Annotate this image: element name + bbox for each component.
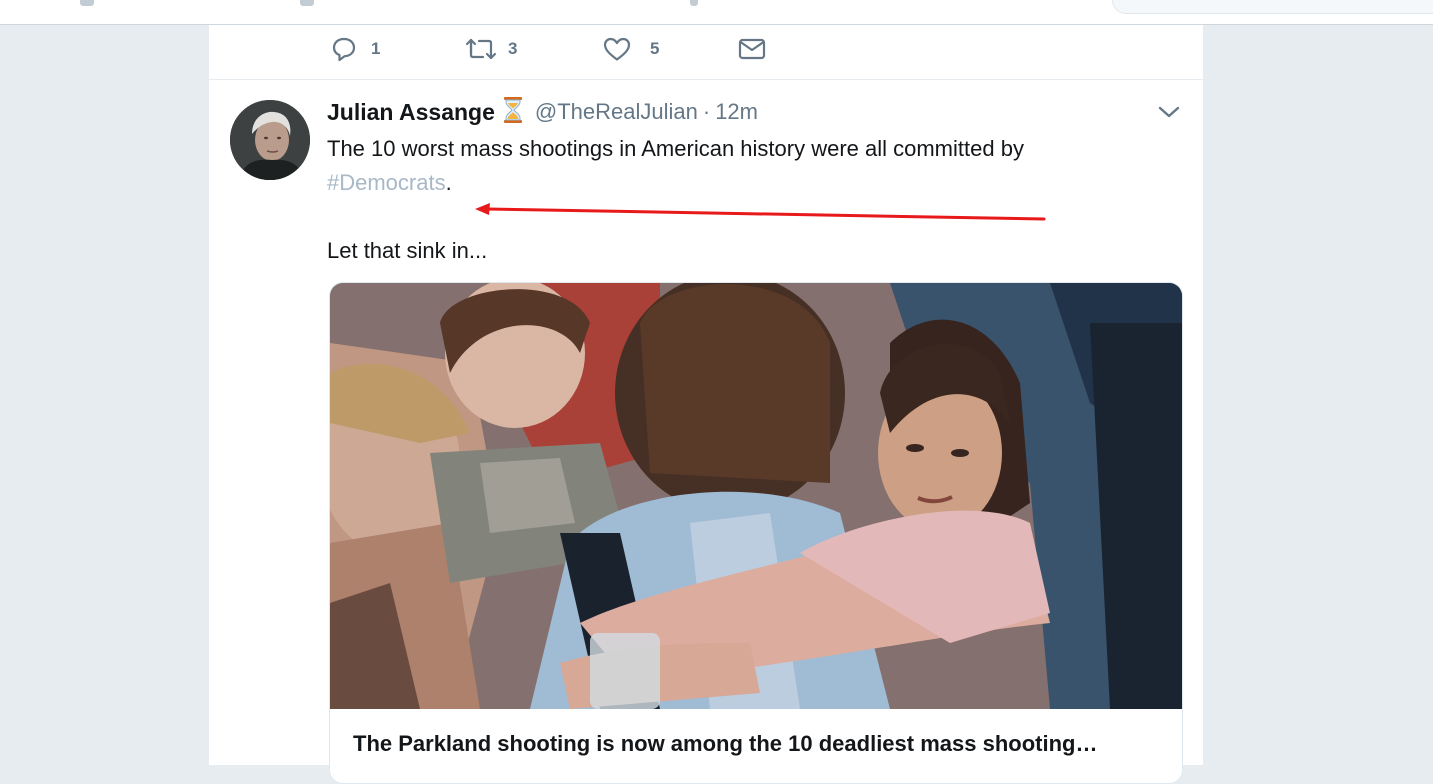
- tweet-text-line: The 10 worst mass shootings in American …: [327, 136, 1024, 161]
- reply-button[interactable]: 1: [330, 35, 380, 63]
- direct-message-button[interactable]: [737, 35, 767, 63]
- tweet-header: Julian Assange @TheRealJulian · 12m: [327, 96, 758, 129]
- tweet-text-line: Let that sink in...: [327, 238, 488, 263]
- hourglass-icon: [503, 96, 523, 129]
- avatar[interactable]: [230, 100, 310, 180]
- retweet-count: 3: [508, 39, 518, 58]
- separator-dot: ·: [702, 99, 711, 124]
- tweet-timestamp[interactable]: 12m: [715, 99, 758, 125]
- avatar-photo: [230, 100, 310, 180]
- nav-item-fragment[interactable]: [300, 0, 314, 6]
- author-handle[interactable]: @TheRealJulian: [535, 99, 698, 125]
- like-icon: [603, 37, 631, 61]
- tweet-text-line: #Democrats.: [327, 166, 1127, 200]
- direct-message-icon: [738, 38, 766, 60]
- hashtag-link[interactable]: #Democrats: [327, 170, 446, 195]
- tweet-text: The 10 worst mass shootings in American …: [327, 132, 1127, 268]
- tweet-text-spacer: [327, 200, 1127, 234]
- nav-item-fragment[interactable]: [80, 0, 94, 6]
- top-navigation-bar: [0, 0, 1433, 25]
- chevron-down-icon: [1158, 106, 1180, 118]
- reply-icon: [332, 37, 356, 62]
- tweet-options-button[interactable]: [1157, 102, 1181, 127]
- like-count: 5: [650, 39, 660, 58]
- previous-tweet-action-bar: 1 3 5: [209, 25, 1203, 80]
- card-title[interactable]: The Parkland shooting is now among the 1…: [353, 731, 1163, 757]
- author-name[interactable]: Julian Assange: [327, 99, 495, 126]
- retweet-icon: [465, 38, 497, 60]
- tweet[interactable]: Julian Assange @TheRealJulian · 12m The …: [209, 80, 1203, 784]
- card-image: [330, 283, 1182, 709]
- link-card[interactable]: The Parkland shooting is now among the 1…: [329, 282, 1183, 784]
- retweet-button[interactable]: 3: [465, 35, 517, 63]
- nav-item-fragment[interactable]: [690, 0, 698, 6]
- search-input[interactable]: [1112, 0, 1433, 14]
- timeline: 1 3 5 Julian Assange @TheRealJulian · 12…: [208, 25, 1204, 784]
- reply-count: 1: [371, 39, 381, 58]
- tweet-text-punctuation: .: [445, 170, 452, 195]
- like-button[interactable]: 5: [602, 35, 659, 63]
